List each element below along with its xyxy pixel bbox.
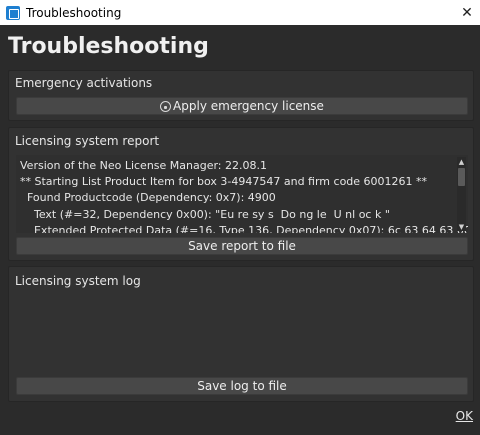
emergency-activations-title: Emergency activations <box>15 76 153 90</box>
licensing-log-title: Licensing system log <box>15 274 141 288</box>
app-icon <box>6 5 20 20</box>
apply-emergency-license-label: Apply emergency license <box>173 99 324 113</box>
save-report-label: Save report to file <box>188 239 296 253</box>
emergency-activations-group: Emergency activations Apply emergency li… <box>8 70 474 121</box>
log-text-area[interactable] <box>16 293 468 373</box>
close-icon: ✕ <box>461 4 473 21</box>
report-line: Version of the Neo License Manager: 22.0… <box>20 159 267 172</box>
scroll-down-icon[interactable]: ▼ <box>457 222 466 231</box>
close-button[interactable]: ✕ <box>454 0 480 25</box>
licensing-report-group: Licensing system report Version of the N… <box>8 127 474 261</box>
window-titlebar: Troubleshooting ✕ <box>0 0 480 25</box>
lock-icon <box>160 100 172 112</box>
page-title: Troubleshooting <box>8 34 209 59</box>
licensing-log-group: Licensing system log Save log to file <box>8 266 474 402</box>
save-log-label: Save log to file <box>197 379 287 393</box>
save-report-button[interactable]: Save report to file <box>16 237 468 255</box>
save-log-button[interactable]: Save log to file <box>16 377 468 395</box>
report-line: Found Productcode (Dependency: 0x7): 490… <box>20 191 276 204</box>
scroll-thumb[interactable] <box>458 168 465 186</box>
report-line: Extended Protected Data (#=16, Type 136,… <box>33 224 468 233</box>
licensing-report-title: Licensing system report <box>15 134 160 148</box>
scroll-up-icon[interactable]: ▲ <box>457 157 466 166</box>
report-line: Text (#=32, Dependency 0x00): "Eu re sy … <box>20 208 390 221</box>
window-title: Troubleshooting <box>26 5 122 20</box>
ok-button[interactable]: OK <box>456 409 473 423</box>
report-scrollbar[interactable]: ▲ ▼ <box>457 157 466 231</box>
apply-emergency-license-button[interactable]: Apply emergency license <box>16 97 468 115</box>
report-text-area[interactable]: Version of the Neo License Manager: 22.0… <box>16 155 468 233</box>
report-line: ** Starting List Product Item for box 3-… <box>20 175 428 188</box>
